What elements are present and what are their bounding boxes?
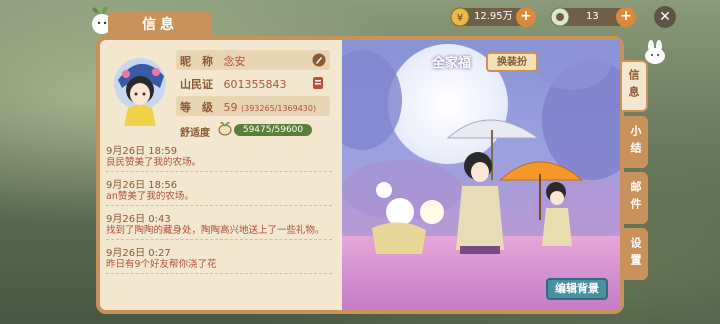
log-date: 9月26日 18:56 <box>106 180 178 191</box>
copy-icon[interactable] <box>312 76 324 90</box>
svg-text:¥: ¥ <box>457 13 463 24</box>
log-text: 找到了陶陶的藏身处，陶陶高兴地送上了一些礼物。 <box>106 225 325 236</box>
tab-mail[interactable]: 邮件 <box>622 172 648 224</box>
comfort-bar: 59475/59600 <box>234 124 312 136</box>
log-date: 9月26日 0:43 <box>106 214 171 225</box>
activity-log[interactable]: 9月26日 18:59 良民赞美了我的农场。 9月26日 18:56 an赞美了… <box>106 142 332 310</box>
jade-amount: 13 <box>586 11 599 22</box>
family-portrait-label: 全家福 <box>432 56 472 71</box>
edit-pen-icon[interactable] <box>312 53 326 67</box>
id-row: 山民证 601355843 <box>180 76 330 96</box>
edit-background-button[interactable]: 编辑背景 <box>546 278 608 300</box>
log-text: an赞美了我的农场。 <box>106 191 194 202</box>
nickname-row: 昵 称 念安 <box>180 53 330 73</box>
log-item: 9月26日 18:59 良民赞美了我的农场。 <box>106 142 332 172</box>
coin-balance[interactable]: ¥ 12.95万 + <box>450 7 536 27</box>
family-portrait-scene <box>342 40 620 310</box>
avatar[interactable] <box>110 54 172 128</box>
jade-balance[interactable]: 13 + <box>550 7 636 27</box>
log-item: 9月26日 0:27 昨日有9个好友帮你浇了花 <box>106 244 332 274</box>
log-item: 9月26日 0:43 找到了陶陶的藏身处，陶陶高兴地送上了一些礼物。 <box>106 210 332 240</box>
close-button[interactable]: ✕ <box>654 6 676 28</box>
log-item: 9月26日 18:56 an赞美了我的农场。 <box>106 176 332 206</box>
tab-info[interactable]: 信息 <box>622 60 648 112</box>
nickname-label: 昵 称 <box>180 55 213 68</box>
log-text: 昨日有9个好友帮你浇了花 <box>106 259 217 270</box>
tab-summary[interactable]: 小结 <box>622 116 648 168</box>
bunny-icon <box>645 40 665 64</box>
page-title: 信息 <box>108 12 212 38</box>
log-text: 良民赞美了我的农场。 <box>106 157 202 168</box>
level-label: 等 级 <box>180 101 213 114</box>
profile-section: 昵 称 念安 山民证 601355843 等 级 59 (393265/1369… <box>100 40 340 310</box>
add-coin-button[interactable]: + <box>516 7 536 27</box>
level-value: 59 <box>223 101 238 114</box>
level-exp: (393265/1369430) <box>241 104 317 113</box>
level-row: 等 级 59 (393265/1369430) <box>180 99 340 119</box>
change-outfit-button[interactable]: 换装扮 <box>486 52 538 72</box>
characters <box>372 119 584 254</box>
sprout-icon <box>218 121 232 136</box>
id-label: 山民证 <box>180 78 213 91</box>
tab-settings[interactable]: 设置 <box>622 228 648 280</box>
coin-amount: 12.95万 <box>474 11 513 22</box>
log-date: 9月26日 0:27 <box>106 248 171 259</box>
id-value: 601355843 <box>223 78 287 91</box>
add-jade-button[interactable]: + <box>616 7 636 27</box>
comfort-label: 舒适度 <box>180 128 210 139</box>
nickname-value: 念安 <box>223 55 246 68</box>
jade-icon <box>550 7 570 27</box>
coin-icon: ¥ <box>450 7 470 27</box>
log-date: 9月26日 18:59 <box>106 146 178 157</box>
